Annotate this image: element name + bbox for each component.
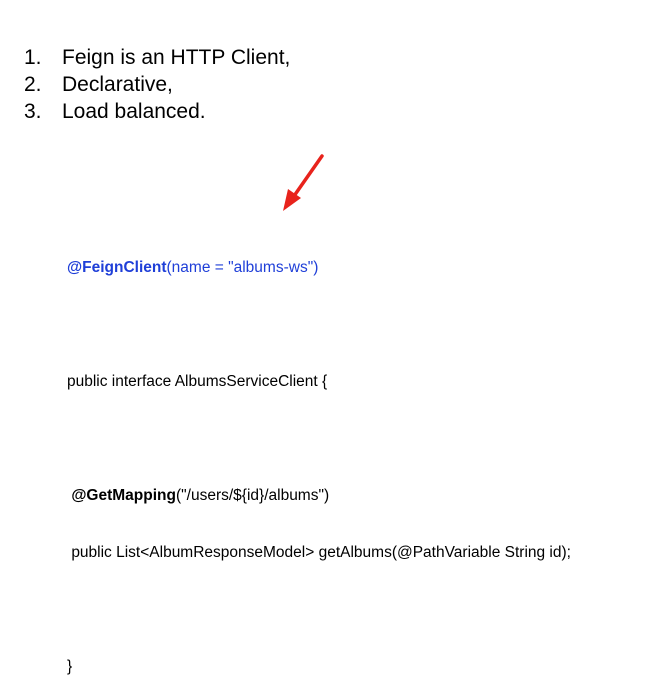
method-signature-line: public List<AlbumResponseModel> getAlbum… [67,543,571,562]
feign-client-annotation-line: @FeignClient(name = "albums-ws") [67,258,571,277]
list-item-text: Load balanced. [62,100,206,123]
get-mapping-args: ("/users/${id}/albums") [175,487,330,504]
list-item-number: 3. [24,100,42,123]
feign-client-annotation: @FeignClient [67,259,167,276]
list-item-number: 2. [24,73,42,96]
feign-client-annotation-args: (name = "albums-ws") [166,259,319,276]
code-snippet: @FeignClient(name = "albums-ws") public … [67,220,571,695]
list-item-text: Feign is an HTTP Client, [62,46,291,69]
method-signature: public List<AlbumResponseModel> getAlbum… [71,544,571,561]
interface-declaration: public interface AlbumsServiceClient { [67,373,328,390]
get-mapping-line: @GetMapping("/users/${id}/albums") [67,486,571,505]
list-item: 3. Load balanced. [24,98,290,125]
feign-feature-list: 1. Feign is an HTTP Client, 2. Declarati… [24,44,290,125]
closing-brace: } [67,658,73,675]
list-item-number: 1. [24,46,42,69]
list-item: 2. Declarative, [24,71,290,98]
list-item-text: Declarative, [62,73,173,96]
get-mapping-annotation: @GetMapping [71,487,176,504]
list-item: 1. Feign is an HTTP Client, [24,44,290,71]
